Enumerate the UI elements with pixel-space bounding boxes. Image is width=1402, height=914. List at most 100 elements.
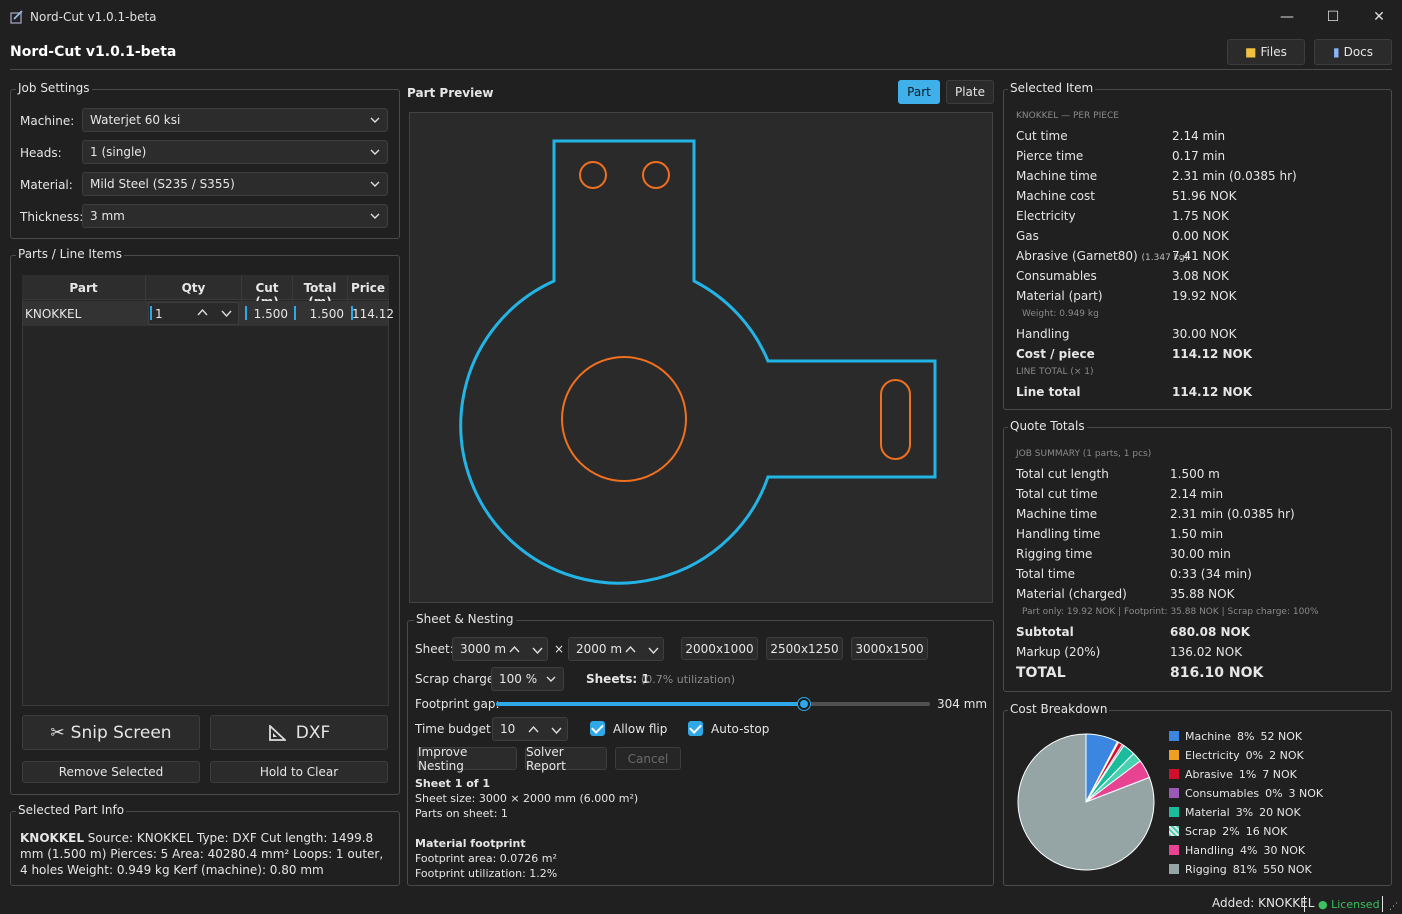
legend-swatch bbox=[1169, 826, 1179, 836]
resize-grip[interactable]: ⋰ bbox=[1389, 902, 1398, 912]
slot bbox=[880, 379, 911, 460]
auto-stop-label[interactable]: Auto-stop bbox=[711, 722, 769, 736]
legend-item-handling: Handling 4% 30 NOK bbox=[1185, 844, 1305, 857]
legend-pct: 3% bbox=[1235, 806, 1254, 819]
window-title: Nord-Cut v1.0.1-beta bbox=[30, 10, 157, 24]
selected-row-value: 2.14 min bbox=[1172, 129, 1226, 143]
allow-flip-label[interactable]: Allow flip bbox=[613, 722, 667, 736]
chevron-down-icon bbox=[546, 676, 556, 682]
preset-2500x1250[interactable]: 2500x1250 bbox=[766, 637, 843, 660]
part-info-name: KNOKKEL bbox=[20, 831, 84, 845]
chevron-down-icon[interactable] bbox=[221, 310, 232, 317]
chevron-up-icon[interactable] bbox=[625, 646, 636, 653]
row-price[interactable]: 114.12 bbox=[352, 307, 394, 321]
docs-button[interactable]: ▮ Docs bbox=[1314, 39, 1392, 65]
app-title: Nord-Cut v1.0.1-beta bbox=[10, 44, 177, 60]
markup-value: 136.02 NOK bbox=[1170, 645, 1243, 659]
selected-row-label: Abrasive (Garnet80) (1.347 kg) bbox=[1016, 249, 1188, 263]
close-button[interactable]: ✕ bbox=[1356, 0, 1402, 34]
sheet-width-spin[interactable]: 3000 m bbox=[452, 637, 548, 661]
legend-swatch bbox=[1169, 864, 1179, 874]
snip-screen-button[interactable]: ✂ Snip Screen bbox=[22, 715, 200, 750]
chevron-up-icon[interactable] bbox=[509, 646, 520, 653]
nesting-legend: Sheet & Nesting bbox=[414, 612, 516, 626]
app-icon bbox=[10, 10, 23, 24]
scrap-select[interactable]: 100 % bbox=[491, 667, 564, 691]
selected-row-label: Gas bbox=[1016, 229, 1039, 243]
chevron-down-icon[interactable] bbox=[532, 647, 543, 654]
times-sign: × bbox=[554, 642, 565, 656]
status-licensed: ● Licensed bbox=[1318, 898, 1380, 911]
hole bbox=[561, 356, 687, 482]
auto-stop-checkbox[interactable] bbox=[688, 721, 703, 736]
legend-value: 550 NOK bbox=[1263, 863, 1312, 876]
chevron-down-icon bbox=[370, 213, 380, 219]
part-info-legend: Selected Part Info bbox=[16, 803, 127, 817]
line-total-label: Line total bbox=[1016, 385, 1081, 399]
selected-row-value: 7.41 NOK bbox=[1172, 249, 1229, 263]
status-divider bbox=[1304, 896, 1305, 912]
selected-row-value: 0.00 NOK bbox=[1172, 229, 1229, 243]
chevron-down-icon[interactable] bbox=[551, 727, 562, 734]
solver-report-button[interactable]: Solver Report bbox=[525, 745, 607, 773]
cost-piece-label: Cost / piece bbox=[1016, 347, 1095, 361]
preset-2000x1000[interactable]: 2000x1000 bbox=[681, 637, 758, 660]
chevron-down-icon[interactable] bbox=[648, 647, 659, 654]
hold-to-clear-button[interactable]: Hold to Clear bbox=[210, 761, 388, 783]
legend-label: Rigging bbox=[1185, 863, 1227, 876]
files-button[interactable]: ■ Files bbox=[1227, 39, 1305, 65]
weight-note: Weight: 0.949 kg bbox=[1022, 309, 1099, 319]
footprint-util: Footprint utilization: 1.2% bbox=[415, 867, 558, 880]
abrasive-label: Abrasive (Garnet80) bbox=[1016, 249, 1138, 263]
scissors-icon: ✂ bbox=[50, 722, 65, 743]
quote-row-value: 2.31 min (0.0385 hr) bbox=[1170, 507, 1295, 521]
legend-swatch bbox=[1169, 769, 1179, 779]
quote-row-label: Rigging time bbox=[1016, 547, 1093, 561]
legend-value: 30 NOK bbox=[1263, 844, 1306, 857]
tab-plate[interactable]: Plate bbox=[946, 80, 994, 104]
quote-row-label: Total cut length bbox=[1016, 467, 1109, 481]
row-cut[interactable]: 1.500 bbox=[242, 307, 288, 321]
col-price[interactable]: Price bbox=[348, 281, 388, 295]
machine-select[interactable]: Waterjet 60 ksi bbox=[82, 108, 388, 132]
part-preview-canvas[interactable] bbox=[409, 112, 993, 603]
minimize-button[interactable]: — bbox=[1264, 0, 1310, 34]
time-budget-spin[interactable]: 10 s bbox=[492, 717, 568, 741]
line-total-value: 114.12 NOK bbox=[1172, 385, 1253, 399]
row-total[interactable]: 1.500 bbox=[293, 307, 344, 321]
cancel-button[interactable]: Cancel bbox=[615, 747, 681, 770]
chevron-up-icon[interactable] bbox=[528, 726, 539, 733]
part-info-text: KNOKKEL Source: KNOKKEL Type: DXF Cut le… bbox=[20, 831, 384, 877]
material-select[interactable]: Mild Steel (S235 / S355) bbox=[82, 172, 388, 196]
legend-value: 16 NOK bbox=[1245, 825, 1288, 838]
maximize-button[interactable]: ☐ bbox=[1310, 0, 1356, 34]
footprint-area: Footprint area: 0.0726 m² bbox=[415, 852, 557, 865]
col-part[interactable]: Part bbox=[22, 281, 145, 295]
header-divider bbox=[10, 69, 1392, 70]
col-qty[interactable]: Qty bbox=[146, 281, 241, 295]
legend-item-rigging: Rigging 81% 550 NOK bbox=[1185, 863, 1312, 876]
legend-value: 20 NOK bbox=[1259, 806, 1301, 819]
status-added: Added: KNOKKEL bbox=[1212, 896, 1315, 910]
legend-label: Machine bbox=[1185, 730, 1232, 743]
sheet-of: Sheet 1 of 1 bbox=[415, 777, 491, 790]
remove-selected-button[interactable]: Remove Selected bbox=[22, 761, 200, 783]
legend-label: Scrap bbox=[1185, 825, 1217, 838]
handling-value: 30.00 NOK bbox=[1172, 327, 1237, 341]
dxf-button[interactable]: DXF bbox=[210, 715, 388, 750]
legend-pct: 0% bbox=[1265, 787, 1283, 800]
legend-pct: 4% bbox=[1240, 844, 1258, 857]
tab-part[interactable]: Part bbox=[898, 80, 940, 104]
heads-select[interactable]: 1 (single) bbox=[82, 140, 388, 164]
preset-3000x1500[interactable]: 3000x1500 bbox=[851, 637, 928, 660]
sheet-height-spin[interactable]: 2000 m bbox=[568, 637, 664, 661]
legend-swatch bbox=[1169, 845, 1179, 855]
legend-pct: 0% bbox=[1245, 749, 1264, 762]
thickness-select[interactable]: 3 mm bbox=[82, 204, 388, 228]
material-note: Part only: 19.92 NOK | Footprint: 35.88 … bbox=[1022, 607, 1319, 617]
selected-row-value: 51.96 NOK bbox=[1172, 189, 1237, 203]
improve-nesting-button[interactable]: Improve Nesting bbox=[417, 745, 517, 773]
allow-flip-checkbox[interactable] bbox=[590, 721, 605, 736]
hole bbox=[579, 161, 607, 189]
chevron-up-icon[interactable] bbox=[197, 309, 208, 316]
